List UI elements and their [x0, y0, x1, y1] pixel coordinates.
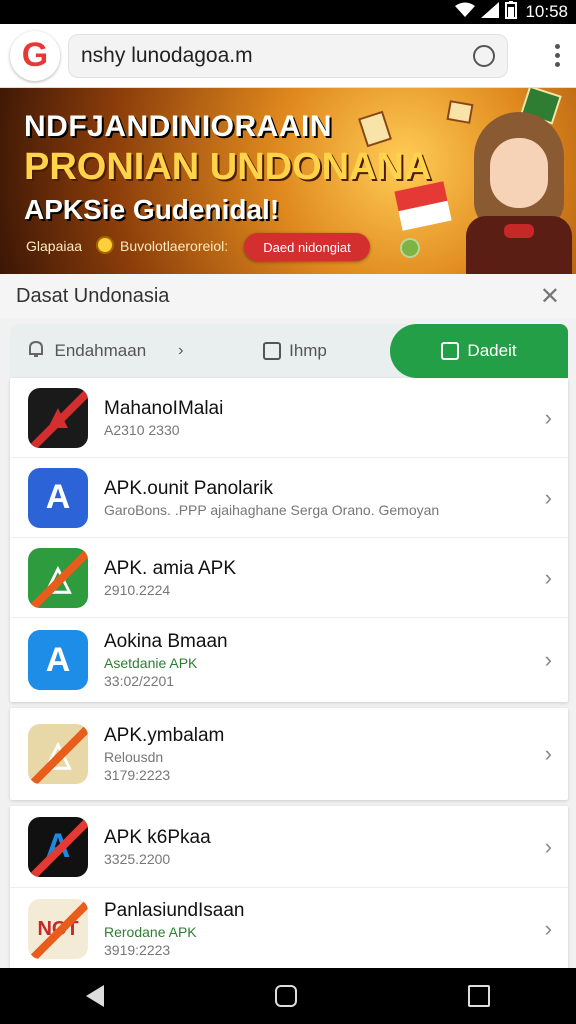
- system-nav-bar: [0, 968, 576, 1024]
- app-sub-2: 3919:2223: [104, 942, 171, 958]
- app-list-group: △ APK.ymbalam Relousdn 3179:2223 ›: [10, 708, 568, 800]
- app-green-triangle-icon: △: [28, 547, 88, 608]
- tab-dadeit[interactable]: Dadeit: [390, 324, 568, 378]
- badge-icon: [400, 238, 420, 258]
- coin-icon: [96, 236, 114, 254]
- status-time: 10:58: [525, 2, 568, 21]
- url-input[interactable]: nshy lunodagoa.m: [68, 33, 508, 78]
- app-name: Aokina Bmaan: [104, 631, 228, 652]
- app-sub-2: 33:02/2201: [104, 673, 175, 689]
- app-sub: Asetdanie APK: [104, 655, 198, 671]
- tab-label: Dadeit: [467, 341, 517, 360]
- app-azure-a-icon: A: [28, 630, 88, 690]
- app-sub-2: 3179:2223: [104, 767, 171, 783]
- reload-icon[interactable]: [473, 44, 495, 67]
- signal-icon: [481, 1, 500, 23]
- app-sub: Relousdn: [104, 749, 164, 765]
- app-name: PanlasiundIsaan: [104, 900, 245, 921]
- close-icon[interactable]: ✕: [540, 282, 560, 311]
- sheet-title: Dasat Undonasia: [16, 284, 170, 307]
- chevron-right-icon: ›: [544, 564, 552, 590]
- app-beige-triangle-icon: △: [28, 724, 88, 784]
- app-black-a-icon: A: [28, 816, 88, 877]
- tab-bar: Endahmaan › Ihmp Dadeit: [10, 324, 568, 378]
- app-sub: GaroBons. .PPP ajaihaghane Serga Orano. …: [104, 501, 440, 518]
- status-icons: [455, 0, 518, 24]
- chevron-right-icon: ›: [544, 484, 552, 510]
- tab-label: Endahmaan: [54, 341, 147, 360]
- app-sub: 2910.2224: [104, 581, 171, 598]
- url-text: nshy lunodagoa.m: [81, 43, 253, 67]
- chevron-right-icon: ›: [544, 647, 552, 672]
- list-item[interactable]: A Aokina Bmaan Asetdanie APK 33:02/2201 …: [10, 618, 568, 702]
- menu-kebab-icon[interactable]: [549, 38, 566, 73]
- list-item[interactable]: NCT PanlasiundIsaan Rerodane APK 3919:22…: [10, 888, 568, 970]
- list-item[interactable]: A APK k6Pkaa 3325.2200 ›: [10, 806, 568, 888]
- tab-endahmaan[interactable]: Endahmaan ›: [10, 324, 200, 378]
- banner-cta-button[interactable]: Daed nidongiat: [244, 233, 370, 261]
- app-sub: 3325.2200: [104, 850, 171, 867]
- app-sub: A2310 2330: [104, 421, 180, 438]
- app-name: MahanoIMalai: [104, 397, 224, 419]
- chevron-right-icon: ›: [544, 916, 552, 941]
- app-list-group: ▲ MahanoIMalai A2310 2330 › A APK.ounit …: [10, 378, 568, 702]
- app-name: APK.ounit Panolarik: [104, 477, 273, 499]
- app-sub: Rerodane APK: [104, 924, 197, 940]
- floating-card-decoration: [358, 110, 392, 148]
- banner-title-line1: NDFJANDINIORAAIN: [24, 110, 332, 143]
- indonesia-flag-icon: [394, 181, 452, 231]
- wifi-icon: [455, 2, 476, 23]
- app-name: APK.ymbalam: [104, 725, 225, 746]
- status-bar: 10:58: [0, 0, 576, 24]
- list-item[interactable]: △ APK. amia APK 2910.2224 ›: [10, 538, 568, 618]
- chevron-right-icon: ›: [544, 741, 552, 766]
- recent-apps-icon[interactable]: [468, 985, 491, 1007]
- hijab-woman-illustration: [460, 104, 572, 274]
- banner-small-text: Glapaiaa: [26, 238, 83, 254]
- browser-toolbar: G nshy lunodagoa.m: [0, 24, 576, 88]
- app-red-black-icon: ▲: [28, 387, 88, 448]
- bag-icon: [441, 342, 460, 360]
- bell-icon: [26, 339, 46, 364]
- chevron-right-icon: ›: [544, 833, 552, 859]
- sheet-header: Dasat Undonasia ✕: [0, 274, 576, 318]
- app-name: APK k6Pkaa: [104, 826, 211, 848]
- box-icon: [263, 342, 282, 360]
- back-icon[interactable]: [85, 985, 104, 1007]
- app-list-group: A APK k6Pkaa 3325.2200 › NCT PanlasiundI…: [10, 806, 568, 970]
- list-item[interactable]: ▲ MahanoIMalai A2310 2330 ›: [10, 378, 568, 458]
- app-name: APK. amia APK: [104, 557, 237, 579]
- tab-ihmp[interactable]: Ihmp: [200, 324, 390, 378]
- browser-logo-icon[interactable]: G: [10, 30, 60, 81]
- banner-title-line3: APKSie Gudenidal!: [24, 194, 280, 225]
- battery-icon: [505, 0, 518, 24]
- home-icon[interactable]: [274, 985, 297, 1007]
- list-item[interactable]: △ APK.ymbalam Relousdn 3179:2223 ›: [10, 708, 568, 800]
- chevron-right-icon: ›: [178, 342, 184, 359]
- app-nct-icon: NCT: [28, 899, 88, 959]
- app-blue-a-icon: A: [28, 467, 88, 528]
- tab-label: Ihmp: [289, 341, 327, 360]
- chevron-right-icon: ›: [544, 404, 552, 430]
- promo-banner[interactable]: NDFJANDINIORAAIN PRONIAN UNDONANA APKSie…: [0, 88, 576, 274]
- list-item[interactable]: A APK.ounit Panolarik GaroBons. .PPP aja…: [10, 458, 568, 538]
- banner-title-line2: PRONIAN UNDONANA: [24, 146, 432, 188]
- banner-small-text-2: Buvolotlaeroreiol:: [120, 238, 229, 254]
